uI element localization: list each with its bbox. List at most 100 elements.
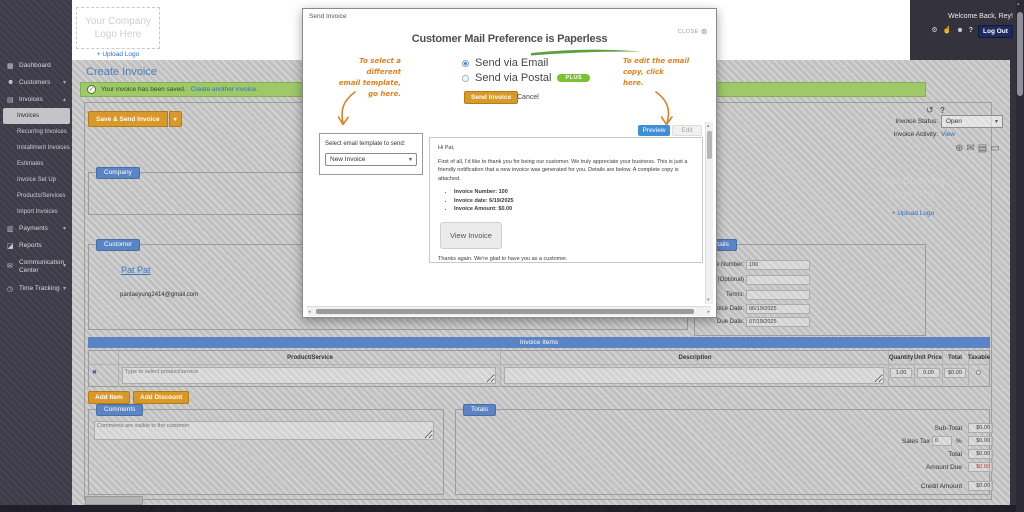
upload-logo-link[interactable]: + Upload Logo	[76, 51, 160, 58]
sidebar-item-label: Dashboard	[19, 62, 51, 69]
sidebar-subitem-products-services[interactable]: Products/Services	[0, 188, 72, 204]
email-bullet: Invoice date: 6/19/2025	[454, 197, 694, 206]
scroll-right-icon[interactable]: ▸	[707, 309, 710, 315]
invoice-status-select[interactable]: Open▾	[941, 115, 1003, 128]
sidebar-subitem-invoices[interactable]: Invoices	[3, 108, 70, 124]
bottom-tab-stub	[85, 496, 143, 505]
annotation-arrow-right-icon	[653, 91, 679, 129]
payments-icon: ▥	[7, 225, 15, 233]
chevron-up-icon: ▴	[63, 96, 66, 103]
sidebar-subitem-recurring-invoices[interactable]: Recurring Invoices	[0, 124, 72, 140]
success-check-icon: ✓	[87, 85, 96, 94]
edit-tab[interactable]: Edit	[672, 125, 702, 136]
chevron-down-icon: ▾	[63, 79, 66, 86]
radio-unselected-icon[interactable]	[462, 75, 469, 82]
scroll-left-icon[interactable]: ◂	[308, 309, 311, 315]
history-icon[interactable]: ↺	[926, 105, 934, 116]
terms-field[interactable]	[746, 290, 810, 300]
web-globe-icon[interactable]: ⊕	[955, 143, 963, 154]
sidebar-subitem-estimates[interactable]: Estimates	[0, 156, 72, 172]
invoices-icon: ▤	[7, 96, 15, 104]
preview-vertical-scrollbar[interactable]: ▴ ▾	[705, 122, 713, 304]
scrollbar-thumb[interactable]	[316, 309, 694, 314]
send-via-email-option[interactable]: Send via Email	[462, 57, 548, 69]
taxable-checkbox[interactable]	[976, 370, 981, 375]
sidebar-item-time-tracking[interactable]: ◷Time Tracking▾	[0, 280, 72, 297]
product-service-input[interactable]	[122, 367, 496, 384]
scrollbar-thumb[interactable]	[707, 131, 712, 159]
print-icon[interactable]: ▤	[978, 143, 987, 154]
help-question-icon[interactable]: ?	[940, 106, 945, 115]
sidebar-item-label: Customers	[19, 79, 50, 86]
customer-name-link[interactable]: Pat Pat	[121, 265, 151, 275]
total-label: Total	[862, 451, 962, 458]
save-send-invoice-button[interactable]: Save & Send Invoice ▾	[88, 111, 182, 127]
sidebar-subitem-installment-invoices[interactable]: Installment Invoices	[0, 140, 72, 156]
description-header: Description	[502, 355, 888, 361]
send-invoice-button[interactable]: Send Invoice	[464, 91, 518, 104]
user-icon[interactable]: ☻	[956, 27, 963, 34]
save-send-dropdown-caret[interactable]: ▾	[169, 111, 182, 127]
scrollbar-thumb[interactable]	[1017, 12, 1023, 96]
email-closing: Thanks again. We're glad to have you as …	[438, 255, 694, 263]
modal-horizontal-scrollbar[interactable]: ◂ ▸	[307, 306, 711, 316]
sidebar-item-invoices[interactable]: ▤ Invoices ▴	[0, 91, 72, 108]
footer-strip	[0, 505, 1024, 512]
invoice-date-field[interactable]: 06/19/2025	[746, 304, 810, 314]
view-invoice-button[interactable]: View Invoice	[440, 222, 502, 250]
total-header: Total	[942, 355, 968, 361]
modal-heading: Customer Mail Preference is Paperless	[303, 33, 716, 45]
send-via-postal-option[interactable]: Send via Postal PLUS	[462, 72, 590, 84]
sidebar-subitem-import-invoices[interactable]: Import Invoices	[0, 204, 72, 220]
devices-icon[interactable]: ▭	[990, 143, 999, 154]
thumbs-up-icon[interactable]: ☝	[943, 26, 952, 34]
upload-logo-link-2[interactable]: + Upload Logo	[868, 210, 958, 217]
description-input[interactable]	[504, 367, 884, 384]
quantity-input[interactable]	[890, 368, 912, 378]
add-discount-button[interactable]: Add Discount	[133, 391, 189, 404]
sales-tax-rate-input[interactable]	[932, 436, 952, 446]
sidebar-item-reports[interactable]: ◪Reports	[0, 237, 72, 254]
time-tracking-icon: ◷	[7, 285, 15, 293]
customers-icon: ☻	[7, 79, 15, 86]
sidebar-item-payments[interactable]: ▥Payments▾	[0, 220, 72, 237]
gear-icon[interactable]: ⚙	[931, 26, 937, 34]
template-select[interactable]: New Invoice▾	[325, 153, 417, 166]
invoice-activity-view-link[interactable]: View	[941, 131, 955, 138]
comments-textarea[interactable]	[94, 421, 434, 440]
help-icon[interactable]: ?	[969, 27, 973, 34]
preview-tab[interactable]: Preview	[638, 125, 670, 136]
sidebar-item-customers[interactable]: ☻ Customers ▾	[0, 74, 72, 91]
add-item-button[interactable]: Add Item	[88, 391, 130, 404]
create-another-invoice-link[interactable]: Create another invoice.	[191, 86, 258, 93]
scroll-up-icon[interactable]: ▴	[1017, 1, 1020, 7]
page-scrollbar[interactable]: ▴	[1016, 0, 1024, 512]
due-date-field[interactable]: 07/19/2025	[746, 317, 810, 327]
dashboard-icon: ▦	[7, 62, 15, 70]
scroll-up-icon[interactable]: ▴	[707, 123, 710, 129]
annotation-left: To select a different email template, go…	[323, 56, 401, 100]
email-icon[interactable]: ✉	[966, 143, 974, 154]
delete-row-icon[interactable]: ✖	[92, 369, 97, 376]
cancel-link[interactable]: Cancel	[517, 94, 539, 101]
sidebar-item-label: Invoices	[19, 96, 43, 103]
credit-amount-value: $0.00	[968, 481, 993, 491]
po-number-field[interactable]	[746, 275, 810, 285]
logout-button[interactable]: Log Out	[978, 25, 1013, 38]
total-value: $0.00	[968, 449, 993, 459]
amount-due-value: $0.00	[968, 462, 993, 472]
unit-price-input[interactable]	[917, 368, 940, 378]
company-tab: Company	[96, 167, 140, 179]
sidebar-subitem-invoice-set-up[interactable]: Invoice Set Up	[0, 172, 72, 188]
invoice-number-field[interactable]: 100	[746, 260, 810, 270]
success-message: Your invoice has been saved.	[101, 86, 186, 93]
template-selector-box: Select email template to send: New Invoi…	[319, 133, 423, 175]
company-logo-placeholder: Your Company Logo Here	[76, 7, 160, 49]
welcome-message: Welcome Back, Rey!	[948, 13, 1013, 20]
sidebar-item-dashboard[interactable]: ▦ Dashboard	[0, 57, 72, 74]
row-total-field[interactable]	[944, 368, 966, 378]
radio-selected-icon[interactable]	[462, 60, 469, 67]
sidebar-item-communication-center[interactable]: ✉Communication Center▾	[0, 254, 72, 280]
template-label: Select email template to send:	[325, 141, 405, 147]
scroll-down-icon[interactable]: ▾	[707, 297, 710, 303]
